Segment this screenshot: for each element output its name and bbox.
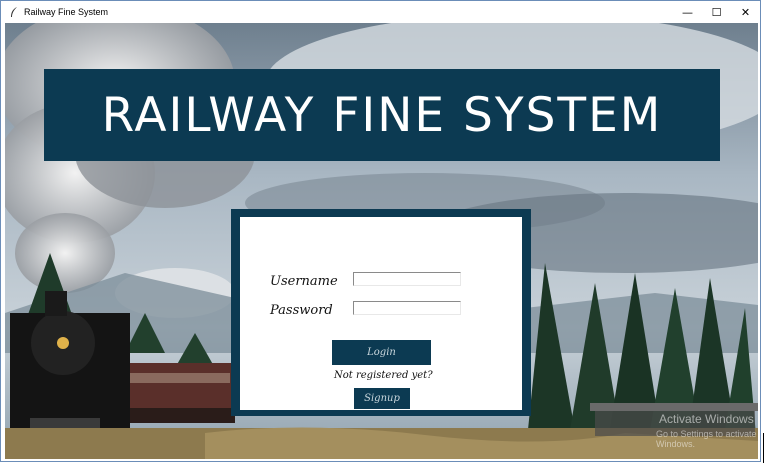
title-banner: RAILWAY FINE SYSTEM [44, 69, 720, 161]
password-input[interactable] [353, 301, 461, 315]
activation-watermark-title: Activate Windows [659, 412, 754, 426]
title-bar[interactable]: Railway Fine System — ☐ ✕ [1, 1, 760, 23]
not-registered-text: Not registered yet? [334, 370, 433, 381]
username-label: Username [270, 274, 338, 289]
activation-watermark-subtitle: Go to Settings to activate Windows. [656, 429, 757, 449]
close-button[interactable]: ✕ [731, 1, 760, 23]
username-input[interactable] [353, 272, 461, 286]
maximize-button[interactable]: ☐ [702, 1, 731, 23]
login-form: Username Password Login Not registered y… [240, 217, 522, 410]
login-button[interactable]: Login [332, 340, 431, 365]
login-panel: Username Password Login Not registered y… [231, 209, 531, 416]
text-cursor [763, 433, 764, 463]
banner-title: RAILWAY FINE SYSTEM [101, 87, 663, 143]
window-title: Railway Fine System [24, 7, 109, 17]
app-window: Railway Fine System — ☐ ✕ RAILWAY FINE S… [0, 0, 761, 462]
window-controls: — ☐ ✕ [673, 1, 760, 23]
feather-icon [7, 5, 21, 19]
signup-button[interactable]: Signup [354, 388, 410, 409]
minimize-button[interactable]: — [673, 1, 702, 23]
password-label: Password [270, 303, 333, 318]
